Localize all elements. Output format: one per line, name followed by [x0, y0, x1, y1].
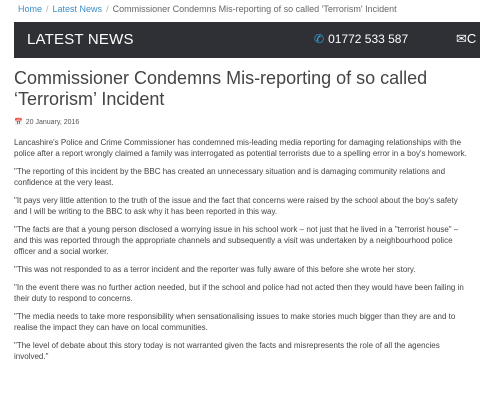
breadcrumb-latest-news-link[interactable]: Latest News	[53, 4, 103, 14]
contact-label: C	[466, 31, 477, 46]
phone-link[interactable]: ✆ 01772 533 587	[314, 32, 408, 46]
latest-news-banner: LATEST NEWS ✆ 01772 533 587 ✉C	[14, 22, 480, 58]
article-body: Lancashire's Police and Crime Commission…	[14, 137, 472, 369]
article-paragraph: "The level of debate about this story to…	[14, 341, 440, 361]
article-paragraph: "The reporting of this incident by the B…	[14, 167, 446, 187]
article-paragraph: "The facts are that a young person discl…	[14, 225, 459, 256]
breadcrumb-separator: /	[106, 4, 109, 14]
contact-link[interactable]: ✉C	[456, 31, 476, 47]
article-date-text: 20 January, 2016	[25, 119, 80, 126]
phone-number: 01772 533 587	[328, 32, 409, 46]
mail-icon: ✉	[456, 31, 467, 46]
breadcrumb-home-link[interactable]: Home	[18, 4, 42, 14]
breadcrumb: Home / Latest News / Commissioner Condemns M…	[0, 0, 480, 20]
article-paragraph: "This was not responded to as a terror i…	[14, 265, 416, 274]
breadcrumb-separator: /	[46, 4, 49, 14]
banner-title: LATEST NEWS	[27, 31, 134, 48]
article-paragraph: "The media needs to take more responsibi…	[14, 312, 456, 332]
breadcrumb-current: Commissioner Condemns Mis-reporting of s…	[112, 4, 397, 14]
article-title: Commissioner Condemns Mis-reporting of s…	[14, 68, 428, 109]
article-date: 📅 20 January, 2016	[14, 118, 79, 126]
article-paragraph: "In the event there was no further actio…	[14, 283, 464, 303]
phone-icon: ✆	[314, 32, 325, 46]
article-paragraph: "It pays very little attention to the tr…	[14, 196, 458, 216]
calendar-icon: 📅	[14, 119, 23, 126]
article-paragraph: Lancashire's Police and Crime Commission…	[14, 138, 467, 158]
